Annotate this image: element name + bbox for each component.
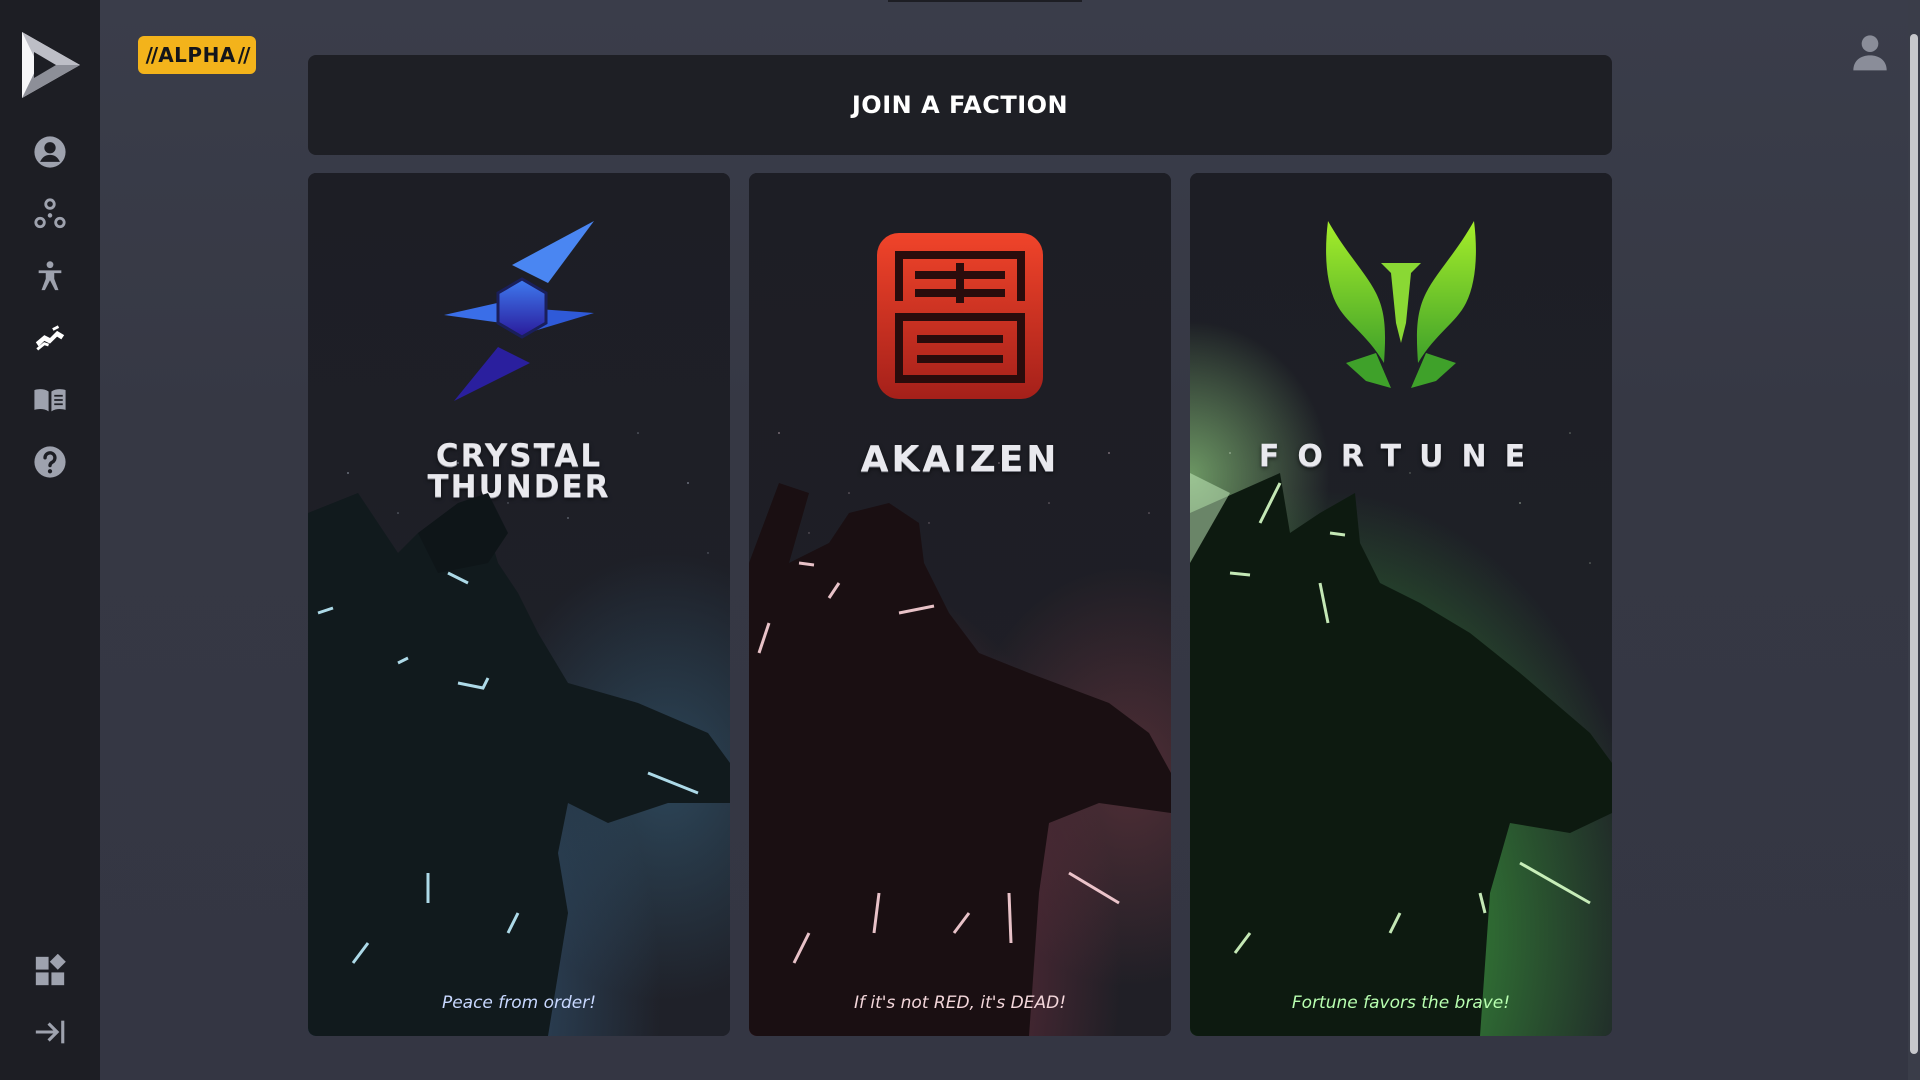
akaizen-emblem [877, 233, 1043, 399]
page-title: JOIN A FACTION [851, 91, 1069, 119]
nav-network[interactable] [26, 190, 74, 238]
mech-silhouette [308, 493, 730, 1036]
mech-silhouette [1190, 473, 1612, 1036]
faction-motto: Fortune favors the brave! [1291, 993, 1511, 1013]
nav-character[interactable] [26, 252, 74, 300]
faction-name-line1: CRYSTAL [435, 438, 603, 474]
faction-motto: Peace from order! [441, 993, 597, 1013]
nav-profile[interactable] [26, 128, 74, 176]
profile-icon [34, 136, 66, 168]
nav-factions[interactable] [26, 314, 74, 362]
person-figure-icon [38, 261, 62, 291]
faction-card-akaizen[interactable]: AKAIZEN If it's not RED, it's DEAD! [749, 173, 1171, 1036]
faction-handshake-icon [35, 325, 65, 351]
faction-card-fortune[interactable]: FORTUNE Fortune favors the brave! [1190, 173, 1612, 1036]
faction-card-crystal-thunder[interactable]: CRYSTAL THUNDER Peace from order! [308, 173, 730, 1036]
hazard-stripes-icon: // [237, 43, 251, 67]
top-indicator [888, 0, 1082, 2]
alpha-badge: // ALPHA // [138, 36, 256, 74]
fortune-emblem [1326, 221, 1476, 388]
collapse-arrow-icon [35, 1020, 65, 1044]
mech-silhouette [749, 483, 1171, 1036]
widgets-icon [35, 954, 66, 986]
user-account-icon[interactable] [1850, 32, 1890, 72]
sidebar [0, 0, 100, 1080]
nav-collapse[interactable] [26, 1008, 74, 1056]
hazard-stripes-icon: // [145, 43, 159, 67]
page-header: JOIN A FACTION [308, 55, 1612, 155]
app-root: // ALPHA // JOIN A FACTION CRYSTAL THUND… [0, 0, 1920, 1080]
crystal-thunder-emblem [444, 221, 594, 401]
nav-help[interactable] [26, 438, 74, 486]
alpha-badge-label: ALPHA [158, 43, 236, 67]
app-logo[interactable] [20, 30, 82, 100]
nav-library[interactable] [26, 376, 74, 424]
book-icon [34, 389, 66, 412]
scrollbar-thumb[interactable] [1910, 34, 1918, 1054]
faction-motto: If it's not RED, it's DEAD! [853, 993, 1067, 1013]
help-icon [34, 446, 66, 478]
faction-name: FORTUNE [1258, 439, 1544, 474]
network-icon [34, 198, 66, 229]
scrollbar[interactable] [1908, 0, 1920, 1080]
nav-widgets[interactable] [26, 947, 74, 995]
